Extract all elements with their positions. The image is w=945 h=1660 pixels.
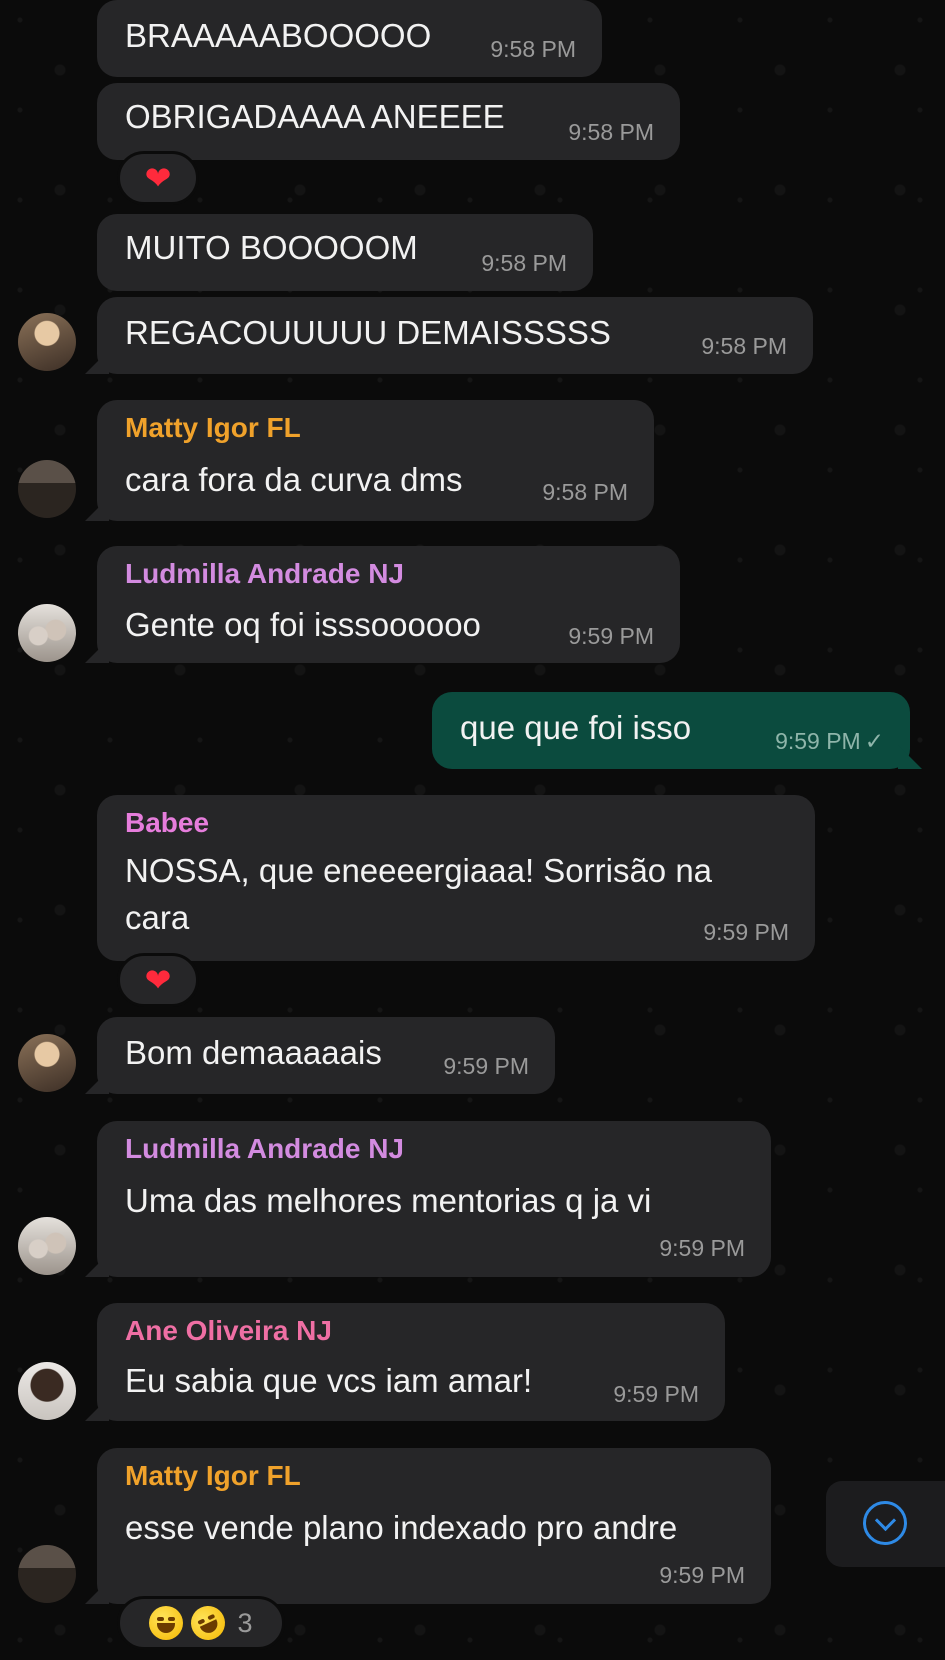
message-time: 9:59 PM ✓ <box>775 728 884 755</box>
sender-avatar[interactable] <box>18 1217 76 1275</box>
joy-face-icon <box>149 1606 184 1640</box>
message-text: Uma das melhores mentorias q ja vi <box>125 1182 652 1219</box>
message-bubble[interactable]: Matty Igor FL esse vende plano indexado … <box>97 1448 771 1604</box>
sender-name[interactable]: Babee <box>125 807 209 839</box>
chevron-down-circle-icon <box>863 1501 907 1545</box>
red-heart-icon: ❤ <box>144 962 172 998</box>
scroll-to-bottom-button[interactable] <box>826 1481 945 1567</box>
reaction-count: 3 <box>237 1607 253 1638</box>
message-bubble[interactable]: Ludmilla Andrade NJ Gente oq foi isssooo… <box>97 546 680 663</box>
message-time: 9:59 PM <box>443 1053 529 1079</box>
message-text: esse vende plano indexado pro andre <box>125 1509 678 1546</box>
sender-avatar[interactable] <box>18 1362 76 1420</box>
reaction-badge[interactable]: 3 <box>117 1596 285 1650</box>
sender-name[interactable]: Matty Igor FL <box>125 1460 301 1492</box>
message-bubble[interactable]: BRAAAAABOOOOO 9:58 PM <box>97 0 602 77</box>
message-text: Bom demaaaaais <box>125 1034 382 1071</box>
reaction-badge[interactable]: ❤ <box>117 151 199 205</box>
message-text: Gente oq foi isssoooooo <box>125 606 481 643</box>
sender-avatar[interactable] <box>18 460 76 518</box>
sender-avatar[interactable] <box>18 604 76 662</box>
message-bubble[interactable]: REGACOUUUUU DEMAISSSSS 9:58 PM <box>97 297 813 374</box>
message-time: 9:59 PM <box>613 1381 699 1407</box>
message-time-label: 9:59 PM <box>775 728 861 754</box>
message-time: 9:58 PM <box>701 333 787 359</box>
sender-name[interactable]: Ludmilla Andrade NJ <box>125 1133 404 1165</box>
sender-avatar[interactable] <box>18 1545 76 1603</box>
rofl-face-icon <box>185 1600 232 1646</box>
message-bubble[interactable]: Bom demaaaaais 9:59 PM <box>97 1017 555 1094</box>
message-time: 9:59 PM <box>703 919 789 945</box>
message-text: cara fora da curva dms <box>125 461 463 498</box>
message-bubble[interactable]: MUITO BOOOOOM 9:58 PM <box>97 214 593 291</box>
sender-name[interactable]: Matty Igor FL <box>125 412 301 444</box>
red-heart-icon: ❤ <box>144 160 172 196</box>
message-bubble[interactable]: Ane Oliveira NJ Eu sabia que vcs iam ama… <box>97 1303 725 1421</box>
message-bubble[interactable]: Babee NOSSA, que eneeeergiaaa! Sorrisão … <box>97 795 815 961</box>
chat-view[interactable]: BRAAAAABOOOOO 9:58 PM OBRIGADAAAA ANEEEE… <box>0 0 945 1660</box>
single-check-icon: ✓ <box>864 728 884 754</box>
message-time: 9:59 PM <box>568 623 654 649</box>
sender-name[interactable]: Ane Oliveira NJ <box>125 1315 332 1347</box>
reaction-badge[interactable]: ❤ <box>117 953 199 1007</box>
message-time: 9:59 PM <box>659 1235 745 1261</box>
message-time: 9:58 PM <box>542 479 628 505</box>
outgoing-message-bubble[interactable]: que que foi isso 9:59 PM ✓ <box>432 692 910 769</box>
message-text: OBRIGADAAAA ANEEEE <box>125 98 505 135</box>
message-bubble[interactable]: Ludmilla Andrade NJ Uma das melhores men… <box>97 1121 771 1277</box>
message-text: NOSSA, que eneeeergiaaa! Sorrisão na car… <box>125 852 713 936</box>
message-time: 9:58 PM <box>481 250 567 276</box>
message-bubble[interactable]: OBRIGADAAAA ANEEEE 9:58 PM <box>97 83 680 160</box>
sender-avatar[interactable] <box>18 1034 76 1092</box>
sender-avatar[interactable] <box>18 313 76 371</box>
message-text: REGACOUUUUU DEMAISSSSS <box>125 314 611 351</box>
message-bubble[interactable]: Matty Igor FL cara fora da curva dms 9:5… <box>97 400 654 521</box>
message-text: BRAAAAABOOOOO <box>125 17 432 54</box>
message-text: Eu sabia que vcs iam amar! <box>125 1362 533 1399</box>
sender-name[interactable]: Ludmilla Andrade NJ <box>125 558 404 590</box>
message-time: 9:59 PM <box>659 1562 745 1588</box>
message-time: 9:58 PM <box>490 36 576 62</box>
message-text: que que foi isso <box>460 709 692 746</box>
message-time: 9:58 PM <box>568 119 654 145</box>
message-text: MUITO BOOOOOM <box>125 229 418 266</box>
